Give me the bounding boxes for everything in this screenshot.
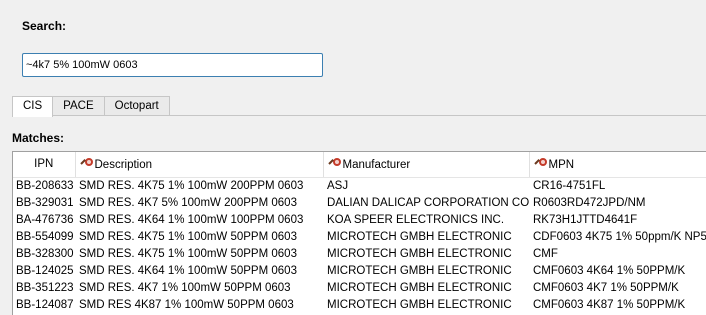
cell-mpn: RK73H1JTTD4641F <box>533 213 638 226</box>
column-header-mpn[interactable]: MPN <box>529 152 706 178</box>
cell-description: SMD RES. 4K64 1% 100mW 100PPM 0603 <box>79 213 304 226</box>
search-icon[interactable] <box>327 157 341 169</box>
cell-manufacturer: DALIAN DALICAP CORPORATION CO. <box>327 196 529 209</box>
matches-label: Matches: <box>12 131 65 145</box>
column-header-description[interactable]: Description <box>75 152 324 178</box>
cell-mpn: CDF0603 4K75 1% 50ppm/K NP5 <box>533 230 706 243</box>
matches-table: IPN Description Manufacturer MPN BB-2086… <box>12 151 706 315</box>
table-row[interactable]: BA-476736 SMD RES. 4K64 1% 100mW 100PPM … <box>13 211 706 228</box>
table-row[interactable]: BB-124025 SMD RES. 4K64 1% 100mW 50PPM 0… <box>13 262 706 279</box>
table-row[interactable]: BB-351223 SMD RES. 4K7 1% 100mW 50PPM 06… <box>13 279 706 296</box>
tab-pace[interactable]: PACE <box>52 96 105 116</box>
column-header-label: MPN <box>548 158 575 171</box>
column-header-manufacturer[interactable]: Manufacturer <box>323 152 530 178</box>
cell-description: SMD RES. 4K75 1% 100mW 50PPM 0603 <box>79 230 297 243</box>
cell-mpn: CMF <box>533 247 558 260</box>
column-header-label: Description <box>94 158 153 171</box>
table-row[interactable]: BB-328300 SMD RES. 4K75 1% 100mW 50PPM 0… <box>13 245 706 262</box>
tab-octopart[interactable]: Octopart <box>103 96 170 116</box>
cell-mpn: CR16-4751FL <box>533 179 606 192</box>
cell-ipn: BB-124025 <box>16 264 74 277</box>
table-row[interactable]: BB-124087 SMD RES 4K87 1% 100mW 50PPM 06… <box>13 296 706 313</box>
cell-manufacturer: MICROTECH GMBH ELECTRONIC <box>327 298 512 311</box>
column-header-ipn[interactable]: IPN <box>13 152 76 178</box>
table-header-row: IPN Description Manufacturer MPN <box>13 152 706 178</box>
cell-manufacturer: MICROTECH GMBH ELECTRONIC <box>327 264 512 277</box>
cell-manufacturer: KOA SPEER ELECTRONICS INC. <box>327 213 505 226</box>
cell-description: SMD RES. 4K64 1% 100mW 50PPM 0603 <box>79 264 297 277</box>
cell-mpn: R0603RD472JPD/NM <box>533 196 646 209</box>
cell-ipn: BB-351223 <box>16 281 74 294</box>
cell-ipn: BB-124087 <box>16 298 74 311</box>
table-row[interactable]: BB-554099 SMD RES. 4K75 1% 100mW 50PPM 0… <box>13 228 706 245</box>
cell-mpn: CMF0603 4K87 1% 50PPM/K <box>533 298 686 311</box>
cell-manufacturer: MICROTECH GMBH ELECTRONIC <box>327 281 512 294</box>
cell-mpn: CMF0603 4K64 1% 50PPM/K <box>533 264 686 277</box>
search-icon[interactable] <box>79 157 93 169</box>
source-tabs: CIS PACE Octopart <box>12 96 170 117</box>
cell-ipn: BB-328300 <box>16 247 74 260</box>
cell-ipn: BB-208633 <box>16 179 74 192</box>
cell-description: SMD RES. 4K75 1% 100mW 200PPM 0603 <box>79 179 304 192</box>
table-row[interactable]: BB-329031 SMD RES. 4K7 5% 100mW 200PPM 0… <box>13 194 706 211</box>
cell-description: SMD RES. 4K7 5% 100mW 200PPM 0603 <box>79 196 297 209</box>
cell-manufacturer: MICROTECH GMBH ELECTRONIC <box>327 230 512 243</box>
cell-description: SMD RES 4K87 1% 100mW 50PPM 0603 <box>79 298 294 311</box>
search-label: Search: <box>22 19 67 33</box>
table-row[interactable]: BB-208633 SMD RES. 4K75 1% 100mW 200PPM … <box>13 177 706 194</box>
column-header-label: Manufacturer <box>342 158 411 171</box>
tab-cis[interactable]: CIS <box>12 96 54 117</box>
cell-ipn: BB-329031 <box>16 196 74 209</box>
cell-ipn: BB-554099 <box>16 230 74 243</box>
cell-mpn: CMF0603 4K7 1% 50PPM/K <box>533 281 679 294</box>
search-icon[interactable] <box>533 157 547 169</box>
column-header-label: IPN <box>34 158 54 171</box>
cell-description: SMD RES. 4K75 1% 100mW 50PPM 0603 <box>79 247 297 260</box>
cell-manufacturer: ASJ <box>327 179 349 192</box>
tab-divider <box>12 115 706 116</box>
cell-ipn: BA-476736 <box>16 213 74 226</box>
search-input[interactable] <box>22 53 323 77</box>
cell-description: SMD RES. 4K7 1% 100mW 50PPM 0603 <box>79 281 291 294</box>
cell-manufacturer: MICROTECH GMBH ELECTRONIC <box>327 247 512 260</box>
